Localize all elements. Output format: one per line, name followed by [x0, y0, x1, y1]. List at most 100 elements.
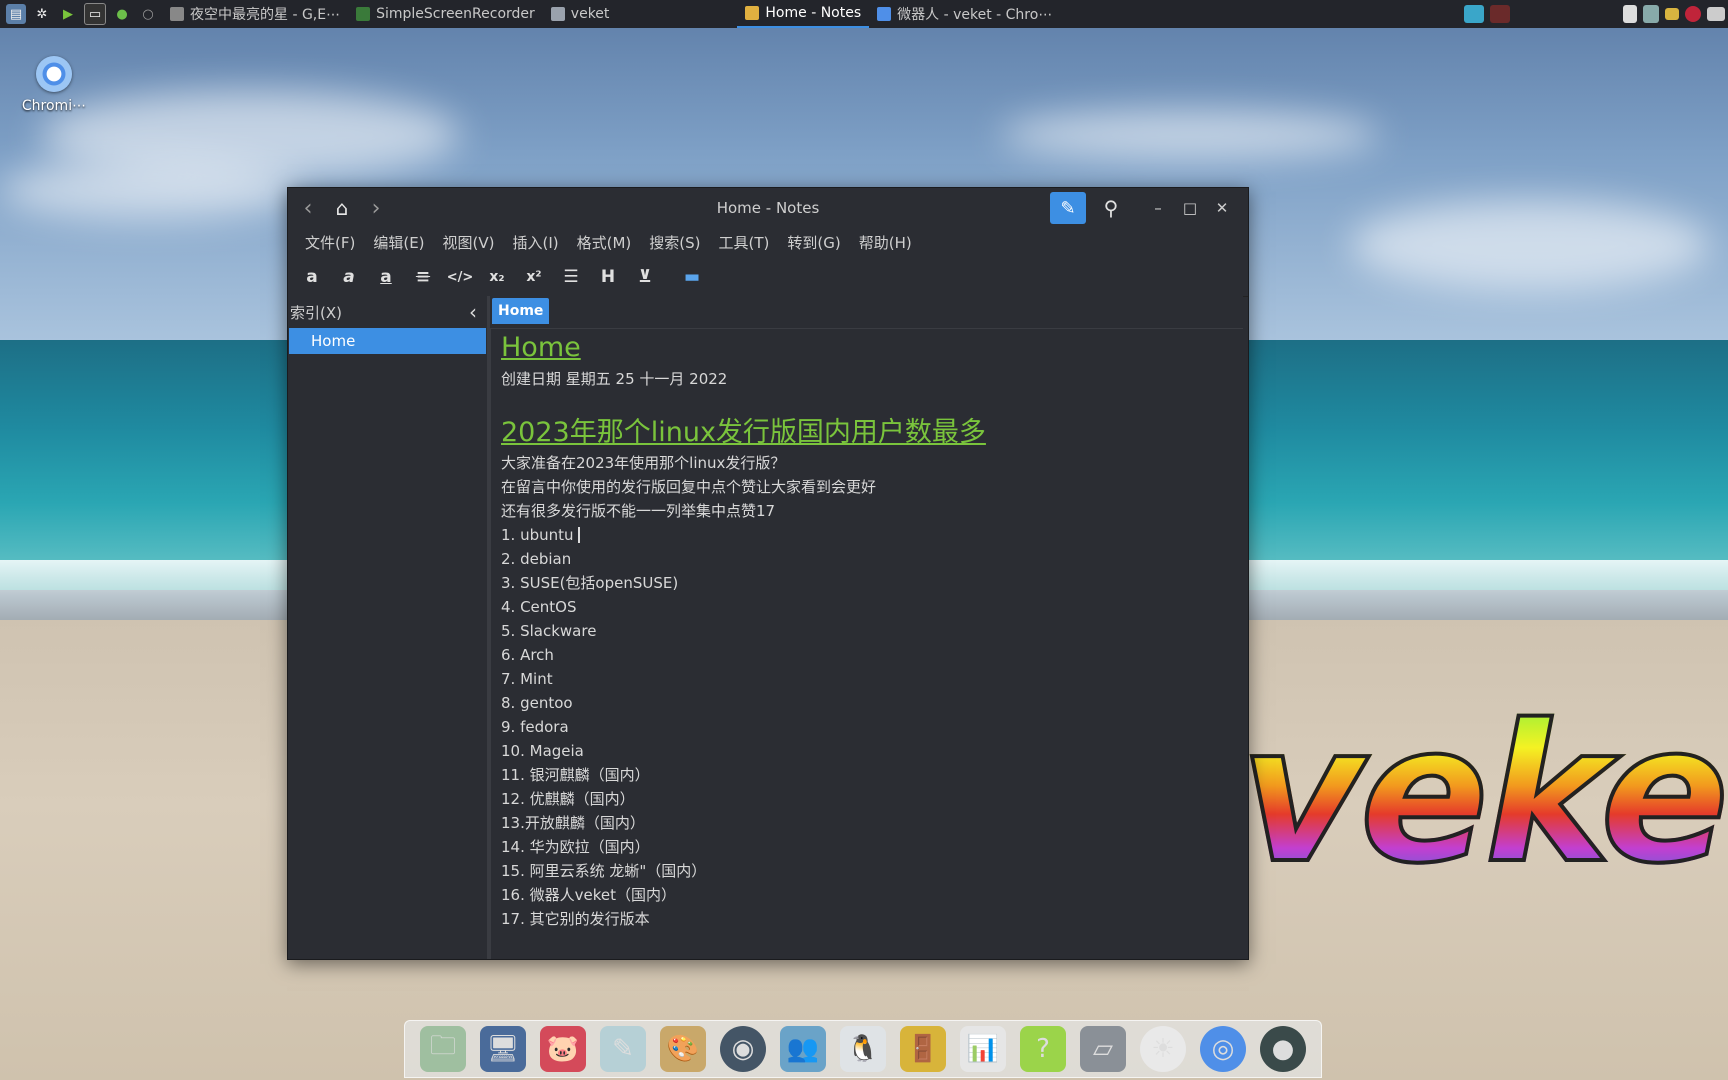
- cloud: [1350, 200, 1710, 290]
- play-icon[interactable]: ▶: [58, 4, 78, 24]
- computer-icon[interactable]: 🖥: [480, 1026, 526, 1072]
- note-line: 8. gentoo: [501, 691, 1243, 715]
- drive-icon[interactable]: ▱: [1080, 1026, 1126, 1072]
- chromium-dock-icon[interactable]: ◎: [1200, 1026, 1246, 1072]
- media-icon[interactable]: ◉: [720, 1026, 766, 1072]
- desktop-icon-chromium[interactable]: Chromi⋯: [14, 56, 94, 114]
- clipboard-icon[interactable]: [1623, 5, 1637, 23]
- note-line: 1. ubuntu: [501, 523, 1243, 547]
- note-line-text: 6. Arch: [501, 646, 554, 664]
- note-line-text: 10. Mageia: [501, 742, 584, 760]
- menu-item[interactable]: 工具(T): [710, 228, 779, 258]
- bold-icon[interactable]: a: [298, 263, 326, 291]
- minimize-icon[interactable]: –: [1142, 192, 1174, 224]
- screen-icon[interactable]: [1490, 5, 1510, 23]
- home-icon[interactable]: ⌂: [328, 194, 356, 222]
- taskbar-item[interactable]: 微器人 - veket - Chro⋯: [869, 0, 1060, 28]
- note-line-text: 12. 优麒麟（国内）: [501, 790, 635, 808]
- menu-item[interactable]: 文件(F): [296, 228, 364, 258]
- pet-icon[interactable]: 🐷: [540, 1026, 586, 1072]
- app-icon: [356, 7, 371, 21]
- search-icon[interactable]: ⚲: [1094, 192, 1128, 224]
- exit-icon[interactable]: 🚪: [900, 1026, 946, 1072]
- help-icon[interactable]: ?: [1020, 1026, 1066, 1072]
- edit-pencil-icon[interactable]: ✎: [1050, 192, 1086, 224]
- insert-icon[interactable]: ⊻: [631, 263, 659, 291]
- note-line: 15. 阿里云系统 龙蜥"（国内）: [501, 859, 1243, 883]
- note-line-text: 还有很多发行版不能一一列举集中点赞17: [501, 502, 776, 520]
- note-line: 大家准备在2023年使用那个linux发行版？: [501, 451, 1243, 475]
- back-icon[interactable]: ‹: [294, 194, 322, 222]
- tab-home[interactable]: Home: [492, 298, 550, 324]
- note-line-text: 3. SUSE(包括openSUSE): [501, 574, 679, 592]
- menu-bar: 文件(F) 编辑(E) 视图(V) 插入(I) 格式(M) 搜索(S) 工具(T) 转到(G)…: [288, 228, 1248, 258]
- taskbar-item-label: 微器人 - veket - Chro⋯: [897, 7, 1053, 23]
- format-toolbar: a a a ≡ </> x₂ x² ☰ H ⊻ ▬: [288, 258, 1248, 297]
- subscript-icon[interactable]: x₂: [483, 263, 511, 291]
- network-icon[interactable]: [1464, 5, 1484, 23]
- note-line: 10. Mageia: [501, 739, 1243, 763]
- bullet-list-icon[interactable]: ☰: [557, 263, 585, 291]
- taskbar-item[interactable]: 夜空中最亮的星 - G,E⋯: [162, 0, 348, 28]
- record-icon[interactable]: ○: [138, 4, 158, 24]
- settings-icon[interactable]: ✲: [32, 4, 52, 24]
- chart-icon[interactable]: 📊: [960, 1026, 1006, 1072]
- close-icon[interactable]: ✕: [1206, 192, 1238, 224]
- note-line-text: 7. Mint: [501, 670, 553, 688]
- page-title: Home: [501, 332, 581, 363]
- superscript-icon[interactable]: x²: [520, 263, 548, 291]
- note-line-text: 2. debian: [501, 550, 572, 568]
- battery-icon[interactable]: [1665, 8, 1679, 20]
- note-line: 4. CentOS: [501, 595, 1243, 619]
- taskbar-item[interactable]: veket: [543, 0, 618, 28]
- menu-item[interactable]: 插入(I): [504, 228, 568, 258]
- menu-item[interactable]: 视图(V): [434, 228, 504, 258]
- file-manager-icon[interactable]: 🗀: [420, 1026, 466, 1072]
- text-cursor: [577, 527, 580, 543]
- title-bar[interactable]: ‹ ⌂ › Home - Notes ✎ ⚲ – □ ✕: [288, 188, 1248, 228]
- taskbar-item-label: Home - Notes: [765, 5, 862, 21]
- system-monitor-icon[interactable]: ▤: [6, 4, 26, 24]
- sun-icon[interactable]: ☀: [1140, 1026, 1186, 1072]
- strikethrough-icon[interactable]: ≡: [409, 263, 437, 291]
- index-sidebar: 索引(X) ‹ Home: [288, 296, 487, 959]
- folder-icon[interactable]: ▬: [678, 263, 706, 291]
- keyboard-icon[interactable]: [1707, 7, 1725, 21]
- users-icon[interactable]: 👥: [780, 1026, 826, 1072]
- globe-dock-icon[interactable]: ●: [1260, 1026, 1306, 1072]
- note-line-text: 4. CentOS: [501, 598, 577, 616]
- globe-icon[interactable]: ●: [112, 4, 132, 24]
- underline-icon[interactable]: a: [372, 263, 400, 291]
- italic-icon[interactable]: a: [335, 263, 363, 291]
- cloud: [0, 160, 300, 220]
- heading-icon[interactable]: H: [594, 263, 622, 291]
- tux-icon[interactable]: 🐧: [840, 1026, 886, 1072]
- note-line-text: 17. 其它别的发行版本: [501, 910, 650, 928]
- taskbar-item[interactable]: Home - Notes: [737, 0, 870, 28]
- taskbar-item-label: SimpleScreenRecorder: [376, 6, 535, 22]
- editor-icon[interactable]: ✎: [600, 1026, 646, 1072]
- menu-item[interactable]: 编辑(E): [364, 228, 433, 258]
- menu-item[interactable]: 转到(G): [778, 228, 849, 258]
- note-editor[interactable]: Home 创建日期 星期五 25 十一月 2022 2023年那个linux发行…: [490, 328, 1243, 959]
- menu-item[interactable]: 帮助(H): [850, 228, 921, 258]
- collapse-chevron-icon[interactable]: ‹: [469, 300, 477, 324]
- code-icon[interactable]: </>: [446, 263, 474, 291]
- taskbar-item[interactable]: SimpleScreenRecorder: [348, 0, 543, 28]
- menu-item[interactable]: 格式(M): [568, 228, 641, 258]
- menu-item[interactable]: 搜索(S): [640, 228, 709, 258]
- note-line: 5. Slackware: [501, 619, 1243, 643]
- sidebar-item-home[interactable]: Home: [289, 328, 486, 354]
- maximize-icon[interactable]: □: [1174, 192, 1206, 224]
- content-area: Home Home 创建日期 星期五 25 十一月 2022 2023年那个li…: [490, 296, 1243, 959]
- forward-icon[interactable]: ›: [362, 194, 390, 222]
- note-line-text: 14. 华为欧拉（国内）: [501, 838, 650, 856]
- note-line: 在留言中你使用的发行版回复中点个赞让大家看到会更好: [501, 475, 1243, 499]
- note-line-text: 9. fedora: [501, 718, 569, 736]
- record-tray-icon[interactable]: [1685, 6, 1701, 22]
- network-manager-icon[interactable]: [1643, 5, 1659, 23]
- terminal-icon[interactable]: ▭: [84, 3, 106, 25]
- app-icon: [877, 7, 892, 21]
- veket-logo: veket: [1238, 698, 1728, 892]
- paint-icon[interactable]: 🎨: [660, 1026, 706, 1072]
